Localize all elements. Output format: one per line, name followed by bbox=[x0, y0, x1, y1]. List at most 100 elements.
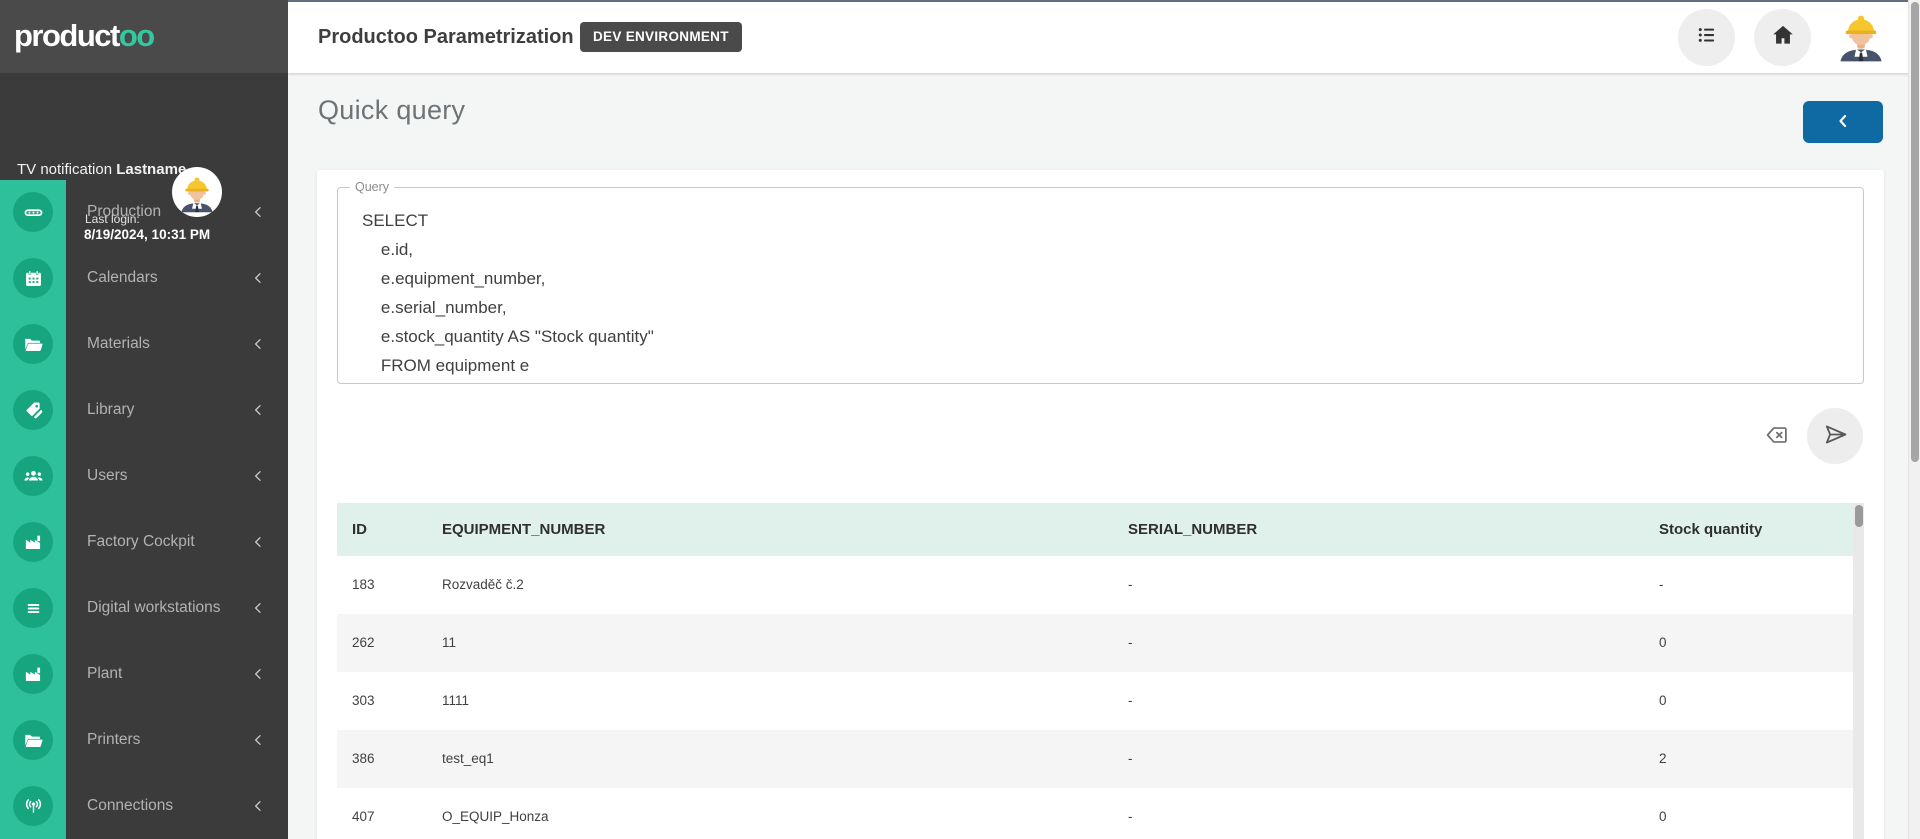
chevron-left-icon bbox=[1833, 111, 1853, 134]
tags-icon bbox=[13, 390, 53, 430]
table-cell: 2 bbox=[1659, 730, 1667, 788]
clear-query-button[interactable] bbox=[1763, 422, 1791, 450]
table-cell: 262 bbox=[352, 614, 375, 672]
sidebar-item-label: Users bbox=[87, 467, 127, 485]
table-cell: - bbox=[1659, 556, 1664, 614]
table-cell: 183 bbox=[352, 556, 375, 614]
chevron-left-icon bbox=[250, 204, 266, 220]
results-table: ID EQUIPMENT_NUMBER SERIAL_NUMBER Stock qua… bbox=[337, 503, 1864, 839]
table-cell: test_eq1 bbox=[442, 730, 494, 788]
app-title: Productoo Parametrization bbox=[318, 2, 574, 73]
table-cell: - bbox=[1128, 672, 1133, 730]
table-header-row: ID EQUIPMENT_NUMBER SERIAL_NUMBER Stock qua… bbox=[337, 503, 1853, 556]
home-icon bbox=[1770, 22, 1796, 53]
main-content: Quick query Query SELECT e.id, e.equipme… bbox=[288, 73, 1908, 839]
chevron-left-icon bbox=[250, 600, 266, 616]
conveyor-icon bbox=[13, 192, 53, 232]
productoo-logo[interactable]: productoo bbox=[14, 18, 154, 54]
sidebar-item-connections[interactable]: Connections bbox=[0, 773, 288, 839]
collapse-panel-button[interactable] bbox=[1803, 101, 1883, 143]
table-cell: - bbox=[1128, 730, 1133, 788]
sidebar-user-block: TV notification Lastname Last login: 8/1… bbox=[0, 73, 288, 180]
sidebar-item-library[interactable]: Library bbox=[0, 377, 288, 443]
factory-icon bbox=[13, 522, 53, 562]
table-cell: 1111 bbox=[442, 672, 469, 730]
profile-avatar[interactable] bbox=[1832, 7, 1890, 65]
topbar: Productoo Parametrization DEV ENVIRONMEN… bbox=[288, 0, 1920, 73]
table-cell: 386 bbox=[352, 730, 375, 788]
sidebar-item-label: Library bbox=[87, 401, 134, 419]
table-cell: - bbox=[1128, 788, 1133, 839]
page-scrollbar bbox=[1908, 0, 1920, 839]
column-header-id: ID bbox=[352, 503, 367, 556]
page-title: Quick query bbox=[318, 95, 465, 126]
sidebar-item-label: Plant bbox=[87, 665, 122, 683]
home-button[interactable] bbox=[1754, 9, 1811, 66]
query-legend: Query bbox=[350, 180, 394, 194]
send-icon bbox=[1822, 421, 1849, 451]
table-row: 183 Rozvaděč č.2 - - bbox=[337, 556, 1853, 614]
table-cell: 0 bbox=[1659, 672, 1667, 730]
sidebar-item-label: Connections bbox=[87, 797, 173, 815]
page-scrollbar-thumb[interactable] bbox=[1911, 2, 1919, 462]
sidebar-item-label: Factory Cockpit bbox=[87, 533, 195, 551]
table-scrollbar bbox=[1853, 503, 1864, 839]
query-input[interactable]: SELECT e.id, e.equipment_number, e.seria… bbox=[362, 206, 1847, 375]
sidebar-item-calendars[interactable]: Calendars bbox=[0, 245, 288, 311]
table-cell: 0 bbox=[1659, 788, 1667, 839]
sidebar-item-label: Calendars bbox=[87, 269, 158, 287]
sidebar-item-users[interactable]: Users bbox=[0, 443, 288, 509]
worker-avatar-icon bbox=[1832, 7, 1890, 65]
folder-icon bbox=[13, 720, 53, 760]
sidebar-item-printers[interactable]: Printers bbox=[0, 707, 288, 773]
sidebar-menu: Production Calendars Materials Library Users… bbox=[0, 179, 288, 839]
query-fieldset: Query SELECT e.id, e.equipment_number, e… bbox=[337, 180, 1864, 384]
logo-band: productoo bbox=[0, 0, 288, 73]
tv-notification-user: TV notification Lastname bbox=[17, 161, 186, 178]
column-header-equipment_number: EQUIPMENT_NUMBER bbox=[442, 503, 605, 556]
backspace-icon bbox=[1764, 436, 1790, 451]
lines-icon bbox=[13, 588, 53, 628]
table-body: 183Rozvaděč č.2--26211-03031111-0386test… bbox=[337, 556, 1864, 839]
environment-badge: DEV ENVIRONMENT bbox=[580, 22, 742, 52]
chevron-left-icon bbox=[250, 798, 266, 814]
table-cell: - bbox=[1128, 614, 1133, 672]
table-row: 303 1111 - 0 bbox=[337, 672, 1853, 730]
chevron-left-icon bbox=[250, 534, 266, 550]
sidebar-item-plant[interactable]: Plant bbox=[0, 641, 288, 707]
list-menu-button[interactable] bbox=[1678, 9, 1735, 66]
table-cell: 0 bbox=[1659, 614, 1667, 672]
folder-icon bbox=[13, 324, 53, 364]
chevron-left-icon bbox=[250, 270, 266, 286]
table-scrollbar-thumb[interactable] bbox=[1855, 505, 1863, 527]
users-icon bbox=[13, 456, 53, 496]
logo-suffix: oo bbox=[119, 18, 154, 53]
sidebar-item-factory-cockpit[interactable]: Factory Cockpit bbox=[0, 509, 288, 575]
table-cell: Rozvaděč č.2 bbox=[442, 556, 524, 614]
table-cell: 11 bbox=[442, 614, 456, 672]
list-icon bbox=[1694, 22, 1720, 53]
table-row: 262 11 - 0 bbox=[337, 614, 1853, 672]
logo-text: product bbox=[14, 18, 119, 53]
table-cell: - bbox=[1128, 556, 1133, 614]
query-actions bbox=[317, 384, 1864, 484]
app-window: productoo TV notification Lastname Last … bbox=[0, 0, 1920, 839]
table-cell: O_EQUIP_Honza bbox=[442, 788, 549, 839]
chevron-left-icon bbox=[250, 402, 266, 418]
sidebar-item-digital-workstations[interactable]: Digital workstations bbox=[0, 575, 288, 641]
sidebar-item-production[interactable]: Production bbox=[0, 179, 288, 245]
column-header-stock-quantity: Stock quantity bbox=[1659, 503, 1762, 556]
run-query-button[interactable] bbox=[1807, 408, 1863, 464]
table-row: 386 test_eq1 - 2 bbox=[337, 730, 1853, 788]
chevron-left-icon bbox=[250, 468, 266, 484]
sidebar-item-label: Digital workstations bbox=[87, 599, 221, 617]
table-cell: 303 bbox=[352, 672, 375, 730]
sidebar-item-label: Production bbox=[87, 203, 161, 221]
column-header-serial_number: SERIAL_NUMBER bbox=[1128, 503, 1257, 556]
chevron-left-icon bbox=[250, 732, 266, 748]
sidebar-item-materials[interactable]: Materials bbox=[0, 311, 288, 377]
antenna-icon bbox=[13, 786, 53, 826]
table-cell: 407 bbox=[352, 788, 375, 839]
calendar-icon bbox=[13, 258, 53, 298]
factory-icon bbox=[13, 654, 53, 694]
